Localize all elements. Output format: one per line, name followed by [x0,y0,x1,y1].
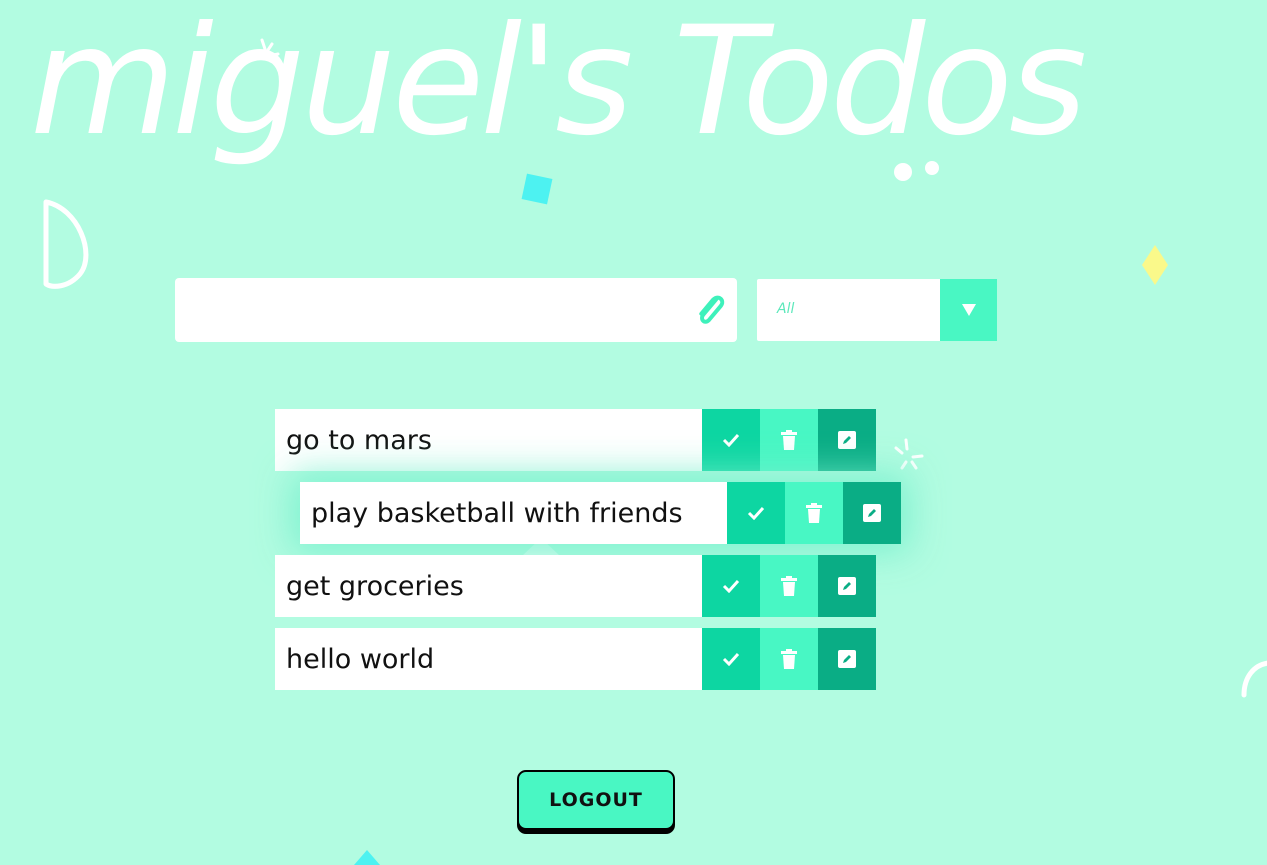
attach-button[interactable] [690,290,730,330]
trash-icon [781,649,797,669]
filter-select[interactable]: All [757,279,997,341]
todo-item: play basketball with friends [300,482,901,544]
todo-item: hello world [275,628,876,690]
add-todo-form [175,278,737,342]
complete-button[interactable] [727,482,785,544]
delete-button[interactable] [760,628,818,690]
triangle-decoration [354,850,380,865]
trash-icon [781,430,797,450]
edit-icon [863,504,881,522]
square-decoration [521,173,553,205]
edit-button[interactable] [843,482,901,544]
edit-icon [838,431,856,449]
triangle-down-icon [961,304,976,316]
sparkle-decoration-right [894,438,924,470]
todo-text: play basketball with friends [311,497,683,529]
todo-item: get groceries [275,555,876,617]
edit-button[interactable] [818,555,876,617]
edit-button[interactable] [818,628,876,690]
diamond-decoration [1142,245,1168,285]
trash-icon [781,576,797,596]
arc-decoration [1241,660,1267,698]
check-icon [722,579,740,593]
edit-icon [838,577,856,595]
check-icon [722,433,740,447]
filter-dropdown-button[interactable] [940,279,997,341]
check-icon [722,652,740,666]
title-dots-decoration [894,161,939,181]
app-title: miguel's Todos [30,0,1087,169]
trash-icon [806,503,822,523]
half-circle-decoration [43,199,89,289]
paperclip-icon [699,295,725,324]
delete-button[interactable] [760,409,818,471]
complete-button[interactable] [702,628,760,690]
edit-icon [838,650,856,668]
todo-text: hello world [286,643,435,675]
filter-selected-value: All [777,301,795,317]
edit-button[interactable] [818,409,876,471]
todo-input[interactable] [175,278,737,342]
todo-text: go to mars [286,424,432,456]
complete-button[interactable] [702,409,760,471]
delete-button[interactable] [785,482,843,544]
complete-button[interactable] [702,555,760,617]
delete-button[interactable] [760,555,818,617]
todo-text: get groceries [286,570,464,602]
todo-item: go to mars [275,409,876,471]
check-icon [747,506,765,520]
logout-button[interactable]: LOGOUT [517,770,675,830]
